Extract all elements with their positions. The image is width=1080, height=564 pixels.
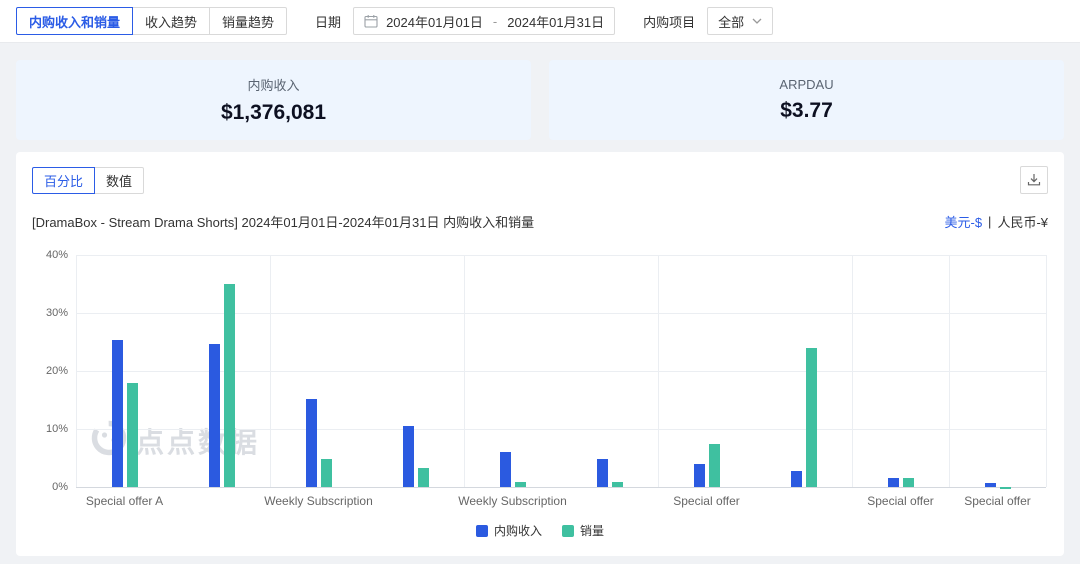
chart-toolbar: 百分比 数值 — [32, 166, 1048, 194]
currency-toggle: 美元-$ | 人民币-¥ — [944, 212, 1048, 231]
y-tick-label: 40% — [46, 249, 68, 261]
gridline-h — [76, 313, 1046, 314]
bar-内购收入-4 — [500, 452, 511, 487]
bar-内购收入-1 — [209, 344, 220, 487]
bar-内购收入-9 — [985, 483, 996, 487]
chevron-down-icon — [752, 18, 762, 24]
date-start: 2024年01月01日 — [386, 12, 483, 31]
mode-percentage-button[interactable]: 百分比 — [32, 167, 95, 194]
chart-title-row: [DramaBox - Stream Drama Shorts] 2024年01… — [32, 212, 1048, 231]
iap-revenue-card: 内购收入 $1,376,081 — [16, 60, 531, 140]
bar-内购收入-5 — [597, 459, 608, 487]
legend-item-销量[interactable]: 销量 — [562, 522, 604, 539]
y-tick-label: 0% — [52, 481, 68, 493]
gridline-v — [76, 255, 77, 487]
y-tick-label: 30% — [46, 307, 68, 319]
gridline-h — [76, 371, 1046, 372]
bar-销量-2 — [321, 459, 332, 487]
iap-revenue-card-value: $1,376,081 — [221, 101, 326, 125]
bar-内购收入-0 — [112, 340, 123, 487]
bar-内购收入-3 — [403, 426, 414, 487]
gridline-v — [852, 255, 853, 487]
tab-revenue-trend[interactable]: 收入趋势 — [132, 7, 210, 35]
y-axis: 0%10%20%30%40% — [32, 255, 76, 487]
currency-divider: | — [988, 214, 991, 229]
x-tick-label: Weekly Subscription — [264, 494, 373, 508]
bar-销量-6 — [709, 444, 720, 487]
bar-销量-5 — [612, 482, 623, 487]
x-tick-label: Special offer — [673, 494, 740, 508]
bar-内购收入-7 — [791, 471, 802, 487]
plot-area: 点点数据 — [76, 255, 1046, 487]
date-label: 日期 — [315, 12, 341, 31]
x-axis-labels: Special offer A Weekly Subscription Weekly… — [76, 494, 1046, 512]
bar-内购收入-2 — [306, 399, 317, 487]
gridline-h — [76, 255, 1046, 256]
arpdau-card-value: $3.77 — [780, 99, 833, 123]
filter-bar: 内购收入和销量 收入趋势 销量趋势 日期 2024年01月01日 - 2024年… — [0, 0, 1080, 42]
download-icon — [1027, 173, 1041, 187]
y-tick-label: 10% — [46, 423, 68, 435]
bar-内购收入-8 — [888, 478, 899, 487]
gridline-v — [949, 255, 950, 487]
watermark-text: 点点数据 — [136, 421, 260, 461]
calendar-icon — [364, 14, 378, 28]
tab-iap-revenue-and-sales[interactable]: 内购收入和销量 — [16, 7, 133, 35]
date-range-picker[interactable]: 2024年01月01日 - 2024年01月31日 — [353, 7, 615, 35]
arpdau-card-title: ARPDAU — [779, 77, 833, 92]
gridline-v — [464, 255, 465, 487]
gridline-v — [1046, 255, 1047, 487]
legend-label: 销量 — [580, 522, 604, 539]
chart-legend: 内购收入 销量 — [32, 522, 1048, 539]
view-tabs: 内购收入和销量 收入趋势 销量趋势 — [16, 7, 287, 35]
x-tick-label: Special offer A — [86, 494, 163, 508]
legend-marker — [476, 525, 488, 537]
bar-销量-0 — [127, 383, 138, 487]
mode-value-button[interactable]: 数值 — [94, 167, 144, 194]
display-mode-toggle: 百分比 数值 — [32, 167, 144, 194]
iap-project-select[interactable]: 全部 — [707, 7, 773, 35]
gridline-v — [270, 255, 271, 487]
arpdau-card: ARPDAU $3.77 — [549, 60, 1064, 140]
bar-销量-9 — [1000, 487, 1011, 489]
x-tick-label: Special offer — [964, 494, 1031, 508]
bar-chart: 0%10%20%30%40% 点点数据 — [32, 255, 1048, 487]
date-end: 2024年01月31日 — [507, 12, 604, 31]
gridline-v — [658, 255, 659, 487]
chart-panel: 百分比 数值 [DramaBox - Stream Drama Shorts] … — [16, 152, 1064, 556]
chart-title: [DramaBox - Stream Drama Shorts] 2024年01… — [32, 212, 534, 231]
stat-cards: 内购收入 $1,376,081 ARPDAU $3.77 — [16, 60, 1064, 140]
date-separator: - — [493, 14, 497, 29]
legend-label: 内购收入 — [494, 522, 542, 539]
bar-销量-1 — [224, 284, 235, 487]
bar-销量-7 — [806, 348, 817, 487]
gridline-h — [76, 487, 1046, 488]
x-tick-label: Weekly Subscription — [458, 494, 567, 508]
download-button[interactable] — [1020, 166, 1048, 194]
bar-销量-8 — [903, 478, 914, 487]
bar-销量-3 — [418, 468, 429, 487]
legend-item-内购收入[interactable]: 内购收入 — [476, 522, 542, 539]
currency-usd-button[interactable]: 美元-$ — [944, 212, 982, 231]
x-tick-label: Special offer — [867, 494, 934, 508]
gridline-h — [76, 429, 1046, 430]
iap-project-label: 内购项目 — [643, 12, 695, 31]
bar-内购收入-6 — [694, 464, 705, 487]
currency-cny-button[interactable]: 人民币-¥ — [997, 212, 1048, 231]
y-tick-label: 20% — [46, 365, 68, 377]
iap-revenue-card-title: 内购收入 — [247, 75, 299, 94]
bar-销量-4 — [515, 482, 526, 487]
select-value: 全部 — [718, 12, 744, 31]
tab-sales-trend[interactable]: 销量趋势 — [209, 7, 287, 35]
legend-marker — [562, 525, 574, 537]
